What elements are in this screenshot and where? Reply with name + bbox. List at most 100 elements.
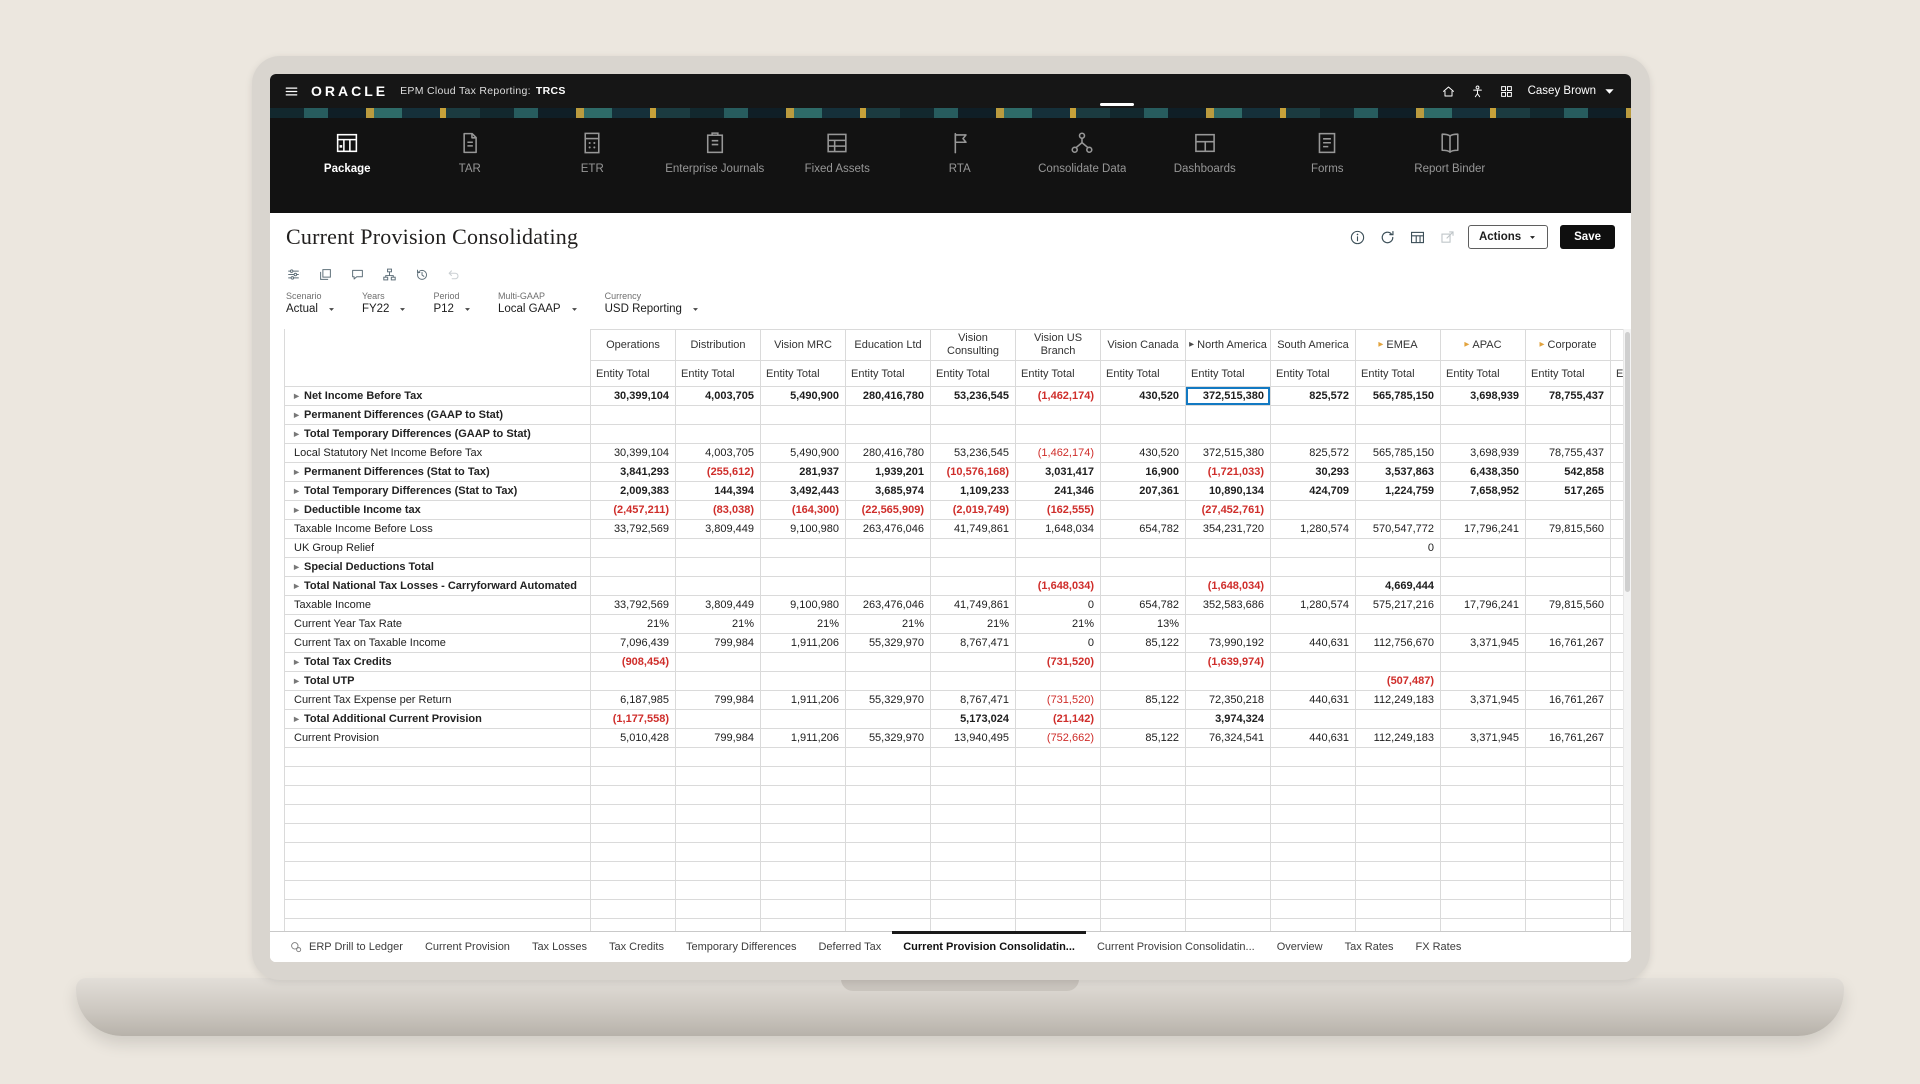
grid-cell[interactable]	[1526, 767, 1611, 786]
grid-cell[interactable]: 440,631	[1271, 729, 1356, 748]
detach-icon[interactable]	[1439, 229, 1456, 246]
grid-cell[interactable]	[846, 710, 931, 729]
grid-cell[interactable]: 85,122	[1101, 729, 1186, 748]
row-label-total-temporary-differences-gaap-to-stat[interactable]: ▶Total Temporary Differences (GAAP to St…	[285, 425, 591, 444]
grid-cell[interactable]	[1356, 501, 1441, 520]
grid-cell[interactable]	[761, 748, 846, 767]
column-header-apac[interactable]: ▶APAC	[1441, 329, 1526, 361]
grid-cell[interactable]	[1101, 919, 1186, 931]
grid-cell[interactable]: 3,809,449	[676, 596, 761, 615]
grid-cell[interactable]	[1526, 881, 1611, 900]
grid-cell[interactable]	[1441, 767, 1526, 786]
grid-cell[interactable]	[846, 843, 931, 862]
grid-cell[interactable]: 30,399,104	[591, 387, 676, 406]
grid-cell[interactable]: (731,520)	[1016, 691, 1101, 710]
home-icon[interactable]	[1441, 84, 1456, 99]
grid-cell[interactable]	[761, 406, 846, 425]
grid-cell[interactable]: 17,796,241	[1441, 520, 1526, 539]
grid-cell[interactable]	[676, 406, 761, 425]
grid-cell[interactable]	[931, 425, 1016, 444]
grid-cell[interactable]	[1271, 748, 1356, 767]
grid-cell[interactable]	[1526, 862, 1611, 881]
grid-cell[interactable]	[1271, 615, 1356, 634]
grid-cell[interactable]: 73,990,192	[1186, 634, 1271, 653]
grid-cell[interactable]: 517,265	[1526, 482, 1611, 501]
grid-cell[interactable]	[931, 824, 1016, 843]
grid-cell[interactable]	[1526, 577, 1611, 596]
grid-cell[interactable]	[931, 843, 1016, 862]
row-label-total-utp[interactable]: ▶Total UTP	[285, 672, 591, 691]
grid-cell[interactable]	[761, 653, 846, 672]
grid-cell[interactable]	[591, 406, 676, 425]
grid-cell[interactable]	[676, 862, 761, 881]
grid-cell[interactable]	[1441, 577, 1526, 596]
layers-icon[interactable]	[318, 267, 333, 282]
grid-cell[interactable]	[1271, 406, 1356, 425]
grid-cell[interactable]: 3,698,939	[1441, 387, 1526, 406]
grid-cell[interactable]: 1,109,233	[931, 482, 1016, 501]
column-header-distribution[interactable]: Distribution	[676, 329, 761, 361]
grid-cell[interactable]	[761, 843, 846, 862]
grid-cell[interactable]: (162,555)	[1016, 501, 1101, 520]
grid-cell[interactable]: 1,911,206	[761, 691, 846, 710]
grid-cell[interactable]: 281,937	[761, 463, 846, 482]
grid-cell[interactable]: 21%	[1016, 615, 1101, 634]
grid-cell[interactable]: 372,515,380	[1186, 387, 1271, 406]
expand-icon[interactable]: ▶	[294, 430, 299, 438]
tab-tax-credits[interactable]: Tax Credits	[598, 932, 675, 962]
grid-cell[interactable]	[846, 748, 931, 767]
grid-cell[interactable]	[1186, 919, 1271, 931]
grid-cell[interactable]	[591, 900, 676, 919]
grid-cell[interactable]	[591, 558, 676, 577]
grid-cell[interactable]: 565,785,150	[1356, 444, 1441, 463]
grid-cell[interactable]: (1,648,034)	[1016, 577, 1101, 596]
grid-cell[interactable]: 30,293	[1271, 463, 1356, 482]
grid-cell[interactable]	[1441, 539, 1526, 558]
grid-cell[interactable]: 280,416,780	[846, 387, 931, 406]
grid-cell[interactable]	[931, 767, 1016, 786]
grid-cell[interactable]	[931, 919, 1016, 931]
grid-cell[interactable]	[1016, 900, 1101, 919]
column-header-emea[interactable]: ▶EMEA	[1356, 329, 1441, 361]
grid-cell[interactable]: 8,767,471	[931, 691, 1016, 710]
grid-cell[interactable]	[761, 425, 846, 444]
grid-cell[interactable]	[1101, 767, 1186, 786]
grid-cell[interactable]	[1526, 900, 1611, 919]
grid-cell[interactable]: 21%	[591, 615, 676, 634]
grid-cell[interactable]	[1271, 710, 1356, 729]
grid-cell[interactable]: (1,177,558)	[591, 710, 676, 729]
grid-cell[interactable]: (27,452,761)	[1186, 501, 1271, 520]
grid-cell[interactable]	[1101, 881, 1186, 900]
grid-cell[interactable]: 76,324,541	[1186, 729, 1271, 748]
grid-cell[interactable]	[761, 805, 846, 824]
grid-cell[interactable]	[846, 577, 931, 596]
grid-cell[interactable]: 3,371,945	[1441, 634, 1526, 653]
row-label-total-national-tax-losses-carryforward-automated[interactable]: ▶Total National Tax Losses - Carryforwar…	[285, 577, 591, 596]
tab-overview[interactable]: Overview	[1266, 932, 1334, 962]
grid-cell[interactable]: 21%	[931, 615, 1016, 634]
grid-cell[interactable]	[676, 748, 761, 767]
hierarchy-icon[interactable]	[382, 267, 397, 282]
grid-cell[interactable]: 112,249,183	[1356, 691, 1441, 710]
grid-cell[interactable]	[931, 577, 1016, 596]
undo-icon[interactable]	[446, 267, 461, 282]
grid-cell[interactable]	[676, 577, 761, 596]
grid-cell[interactable]: 78,755,437	[1526, 444, 1611, 463]
grid-cell[interactable]: (1,462,174)	[1016, 444, 1101, 463]
pov-years[interactable]: YearsFY22	[362, 291, 408, 315]
grid-cell[interactable]	[1186, 767, 1271, 786]
grid-cell[interactable]	[761, 786, 846, 805]
grid-cell[interactable]	[1441, 881, 1526, 900]
row-label-local-statutory-net-income-before-tax[interactable]: Local Statutory Net Income Before Tax	[285, 444, 591, 463]
grid-cell[interactable]	[846, 653, 931, 672]
grid-cell[interactable]: 3,492,443	[761, 482, 846, 501]
grid-cell[interactable]	[1016, 805, 1101, 824]
expand-icon[interactable]: ▶	[294, 658, 299, 666]
grid-cell[interactable]: (164,300)	[761, 501, 846, 520]
grid-cell[interactable]	[1016, 425, 1101, 444]
grid-cell[interactable]: 280,416,780	[846, 444, 931, 463]
grid-cell[interactable]: 9,100,980	[761, 520, 846, 539]
grid-cell[interactable]: 33,792,569	[591, 596, 676, 615]
grid-cell[interactable]	[1356, 615, 1441, 634]
grid-cell[interactable]	[1271, 843, 1356, 862]
